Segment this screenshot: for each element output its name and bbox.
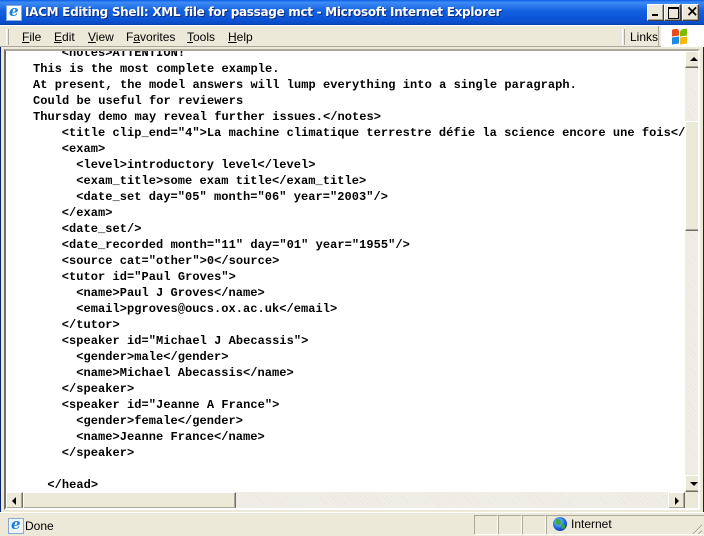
- xml-line: This is the most complete example.: [33, 62, 280, 76]
- menu-edit[interactable]: Edit: [54, 30, 75, 44]
- menu-favorites-label: vorites: [140, 30, 176, 44]
- xml-document-view[interactable]: <notes>ATTENTION! This is the most comple…: [6, 51, 685, 492]
- status-text: Done: [25, 519, 54, 533]
- arrow-left-icon: [12, 497, 16, 505]
- scroll-down-button[interactable]: [685, 475, 698, 492]
- xml-line: <name>Jeanne France</name>: [76, 430, 265, 444]
- logo-red-pane: [672, 28, 679, 37]
- xml-line: <tutor id="Paul Groves">: [61, 270, 236, 284]
- menu-file[interactable]: File: [22, 30, 41, 44]
- arrow-up-icon: [690, 57, 698, 61]
- xml-line: </speaker>: [61, 446, 135, 460]
- menu-tools-label: ools: [193, 30, 216, 44]
- menu-file-label: ile: [29, 30, 42, 44]
- xml-line: <date_recorded month="11" day="01" year=…: [61, 238, 410, 252]
- scroll-right-button[interactable]: [668, 492, 685, 508]
- menu-edit-accel: E: [54, 30, 63, 44]
- status-panel-privacy: [522, 515, 546, 535]
- maximize-button[interactable]: [664, 4, 681, 21]
- scrollbar-corner: [685, 492, 698, 508]
- xml-line: </exam>: [61, 206, 113, 220]
- ie-page-icon: [8, 515, 24, 534]
- links-grip[interactable]: [622, 29, 625, 45]
- xml-line: <exam>: [61, 142, 106, 156]
- xml-line: <gender>female</gender>: [76, 414, 243, 428]
- logo-yellow-pane: [680, 36, 687, 45]
- window-title: IACM Editing Shell: XML file for passage…: [25, 5, 502, 19]
- xml-line: <source cat="other">0</source>: [61, 254, 280, 268]
- menu-help[interactable]: Help: [228, 30, 253, 44]
- close-button[interactable]: [682, 2, 699, 21]
- xml-line: <email>pgroves@oucs.ox.ac.uk</email>: [76, 302, 338, 316]
- xml-line: Thursday demo may reveal further issues.…: [33, 110, 382, 124]
- xml-line: <date_set day="05" month="06" year="2003…: [76, 190, 388, 204]
- xml-line: <speaker id="Michael J Abecassis">: [61, 334, 309, 348]
- menu-edit-label: dit: [62, 30, 75, 44]
- status-panel-progress: [474, 515, 498, 535]
- logo-blue-pane: [672, 36, 679, 45]
- xml-line: </tutor>: [61, 318, 120, 332]
- status-bar: Done Internet: [0, 512, 704, 536]
- zone-text: Internet: [571, 517, 612, 531]
- xml-line: </head>: [47, 478, 99, 492]
- xml-line: </speaker>: [61, 382, 135, 396]
- links-button[interactable]: Links: [630, 30, 658, 44]
- xml-line: <level>introductory level</level>: [76, 158, 316, 172]
- arrow-down-icon: [690, 482, 698, 486]
- menu-view-label: iew: [95, 30, 114, 44]
- xml-line: At present, the model answers will lump …: [33, 78, 577, 92]
- xml-line: <name>Paul J Groves</name>: [76, 286, 265, 300]
- status-panel-lock: [498, 515, 522, 535]
- horizontal-scrollbar[interactable]: [6, 492, 685, 508]
- vertical-scroll-thumb[interactable]: [685, 121, 698, 231]
- globe-icon: [553, 517, 567, 531]
- scroll-left-button[interactable]: [6, 492, 23, 508]
- xml-line: <gender>male</gender>: [76, 350, 229, 364]
- xml-line: <notes>ATTENTION!: [61, 51, 186, 60]
- menu-view[interactable]: View: [88, 30, 114, 44]
- horizontal-scroll-thumb[interactable]: [23, 492, 236, 508]
- status-panel-zone: [546, 515, 704, 535]
- vertical-scrollbar[interactable]: [685, 51, 698, 492]
- logo-green-pane: [680, 28, 687, 37]
- scroll-up-button[interactable]: [685, 51, 698, 68]
- title-bar[interactable]: IACM Editing Shell: XML file for passage…: [0, 0, 704, 25]
- menu-help-accel: H: [228, 30, 237, 44]
- ie-icon[interactable]: [6, 2, 22, 21]
- xml-line: <title clip_end="4">La machine climatiqu…: [61, 126, 685, 140]
- xml-line: <date_set/>: [61, 222, 142, 236]
- xml-line: <name>Michael Abecassis</name>: [76, 366, 294, 380]
- separator: [658, 26, 659, 47]
- toolbar-grip[interactable]: [6, 29, 9, 45]
- document-frame: <notes>ATTENTION! This is the most comple…: [4, 49, 700, 510]
- menu-help-label: elp: [236, 30, 253, 44]
- menu-view-accel: V: [88, 30, 96, 44]
- arrow-right-icon: [675, 497, 679, 505]
- xml-line: <speaker id="Jeanne A France">: [61, 398, 280, 412]
- menu-tools[interactable]: Tools: [187, 30, 215, 44]
- minimize-button[interactable]: [647, 4, 664, 21]
- windows-logo-icon: [661, 26, 704, 47]
- xml-line: <exam_title>some exam title</exam_title>: [76, 174, 367, 188]
- xml-line: Could be useful for reviewers: [33, 94, 244, 108]
- menu-bar: File Edit View Favorites Tools Help Link…: [0, 25, 704, 47]
- status-panel-main: Done: [2, 515, 474, 535]
- menu-favorites[interactable]: Favorites: [126, 30, 175, 44]
